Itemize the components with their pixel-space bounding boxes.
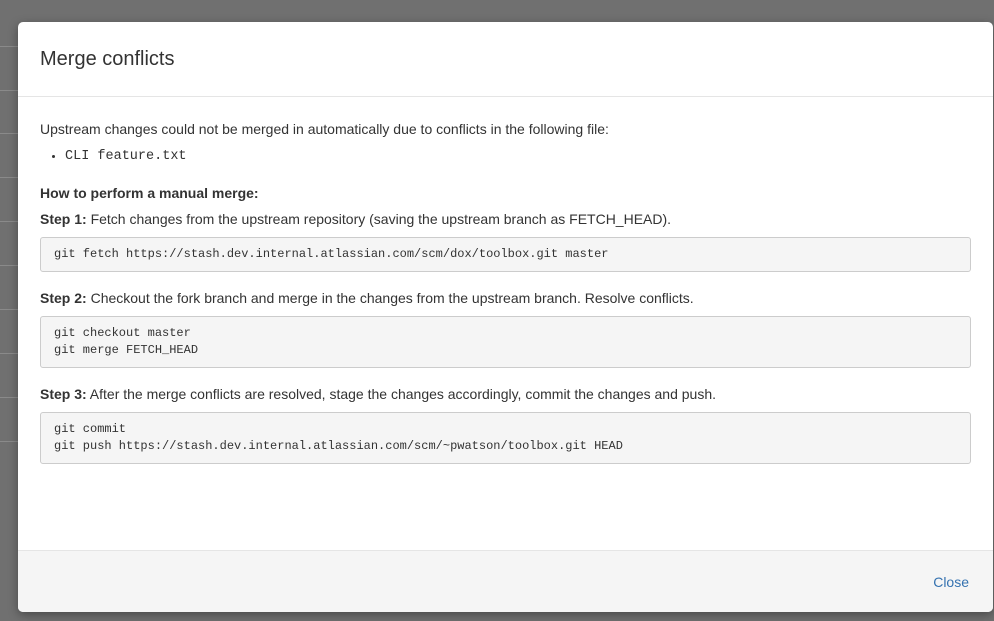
conflict-file-list: CLI feature.txt [40,147,971,167]
step-2-description: Checkout the fork branch and merge in th… [86,290,694,306]
step-3-text: Step 3: After the merge conflicts are re… [40,384,971,404]
code-line: git fetch https://stash.dev.internal.atl… [54,247,609,261]
dialog-header: Merge conflicts [18,22,993,97]
dialog-title: Merge conflicts [40,47,175,70]
conflict-file-item: CLI feature.txt [65,147,971,167]
step-3-description: After the merge conflicts are resolved, … [86,386,716,402]
code-line: git checkout master [54,326,191,340]
merge-conflicts-dialog: Merge conflicts Upstream changes could n… [18,22,993,612]
step-1-code-block[interactable]: git fetch https://stash.dev.internal.atl… [40,237,971,272]
howto-heading: How to perform a manual merge: [40,185,259,201]
step-2-code-block[interactable]: git checkout master git merge FETCH_HEAD [40,316,971,368]
intro-text: Upstream changes could not be merged in … [40,121,609,137]
step-3-code-block[interactable]: git commit git push https://stash.dev.int… [40,412,971,464]
backdrop-lines [0,0,18,621]
code-line: git commit [54,422,127,436]
step-2-text: Step 2: Checkout the fork branch and mer… [40,288,971,308]
dialog-footer: Close [18,550,993,612]
code-line: git push https://stash.dev.internal.atla… [54,439,623,453]
step-3-label: Step 3: [40,386,87,402]
step-1-text: Step 1: Fetch changes from the upstream … [40,209,971,229]
code-line: git merge FETCH_HEAD [54,343,199,357]
step-1-description: Fetch changes from the upstream reposito… [86,211,672,227]
step-1-label: Step 1: [40,211,87,227]
step-2-label: Step 2: [40,290,87,306]
close-button[interactable]: Close [933,574,969,590]
dialog-body: Upstream changes could not be merged in … [18,97,993,549]
